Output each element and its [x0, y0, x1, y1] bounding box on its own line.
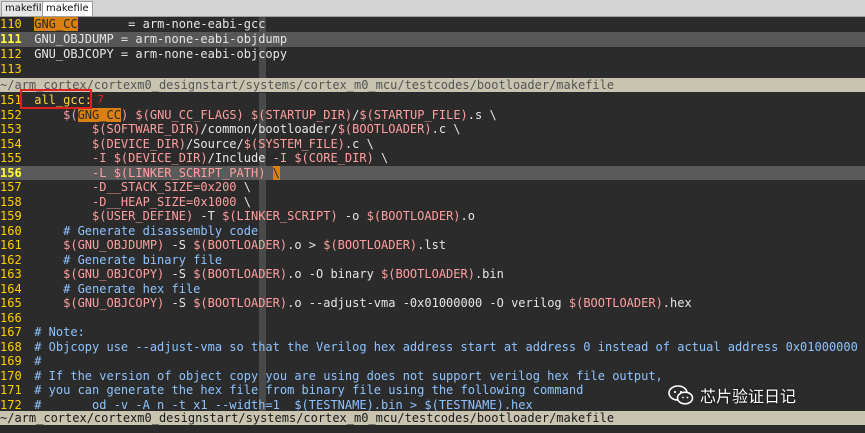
code-line[interactable]: 167 # Note:	[0, 325, 865, 340]
code-line[interactable]: 110 GNG_CC = arm-none-eabi-gcc	[0, 17, 865, 32]
watermark: 芯片验证日记	[668, 383, 796, 407]
code-line[interactable]: 158 -D__HEAP_SIZE=0x1000 \	[0, 195, 865, 210]
code-line[interactable]: 163 $(GNU_OBJCOPY) -S $(BOOTLOADER).o -O…	[0, 267, 865, 282]
code-line[interactable]: 162 # Generate binary file	[0, 253, 865, 268]
watermark-text: 芯片验证日记	[700, 387, 797, 406]
wechat-icon	[668, 385, 694, 405]
top-pane-status-bar: ~/arm_cortex/cortexm0_designstart/system…	[0, 78, 865, 92]
search-match: GNG_CC	[34, 17, 78, 31]
code-line[interactable]: 165 $(GNU_OBJCOPY) -S $(BOOTLOADER).o --…	[0, 296, 865, 311]
bottom-pane-status-bar: ~/arm_cortex/cortexm0_designstart/system…	[0, 411, 865, 425]
code-line-current[interactable]: 156 -L $(LINKER_SCRIPT_PATH) \	[0, 165, 865, 180]
annotation-number: 7	[97, 93, 104, 106]
tab-makefile-2-active[interactable]: makefile	[42, 1, 93, 16]
code-line[interactable]: 157 -D__STACK_SIZE=0x200 \	[0, 180, 865, 195]
code-line[interactable]: 161 $(GNU_OBJDUMP) -S $(BOOTLOADER).o > …	[0, 238, 865, 253]
bottom-editor-pane[interactable]: 151 all_gcc: 152 $(GNG_CC) $(GNU_CC_FLAG…	[0, 93, 865, 411]
tab-bar: makefile makefile	[0, 0, 865, 17]
code-line[interactable]: 153 $(SOFTWARE_DIR)/common/bootloader/$(…	[0, 122, 865, 137]
code-line[interactable]: 154 $(DEVICE_DIR)/Source/$(SYSTEM_FILE).…	[0, 137, 865, 152]
highlight-box	[20, 89, 92, 109]
code-line[interactable]: 168 # Objcopy use --adjust-vma so that t…	[0, 340, 865, 355]
top-editor-pane[interactable]: 110 GNG_CC = arm-none-eabi-gcc 111 GNU_O…	[0, 17, 865, 78]
code-line[interactable]: 113	[0, 62, 865, 77]
code-line[interactable]: 152 $(GNG_CC) $(GNU_CC_FLAGS) $(STARTUP_…	[0, 107, 865, 123]
code-line[interactable]: 112 GNU_OBJCOPY = arm-none-eabi-objcopy	[0, 47, 865, 62]
code-line[interactable]: 164 # Generate hex file	[0, 282, 865, 297]
code-line-current[interactable]: 111 GNU_OBJDUMP = arm-none-eabi-objdump	[0, 32, 865, 47]
code-line[interactable]: 170 # If the version of object copy you …	[0, 369, 865, 384]
code-line[interactable]: 155 -I $(DEVICE_DIR)/Include -I $(CORE_D…	[0, 151, 865, 166]
code-line[interactable]: 159 $(USER_DEFINE) -T $(LINKER_SCRIPT) -…	[0, 209, 865, 224]
code-line[interactable]: 151 all_gcc:	[0, 93, 865, 108]
code-line[interactable]: 166	[0, 311, 865, 326]
code-line[interactable]: 160 # Generate disassembly code	[0, 224, 865, 239]
code-line[interactable]: 169 #	[0, 354, 865, 369]
